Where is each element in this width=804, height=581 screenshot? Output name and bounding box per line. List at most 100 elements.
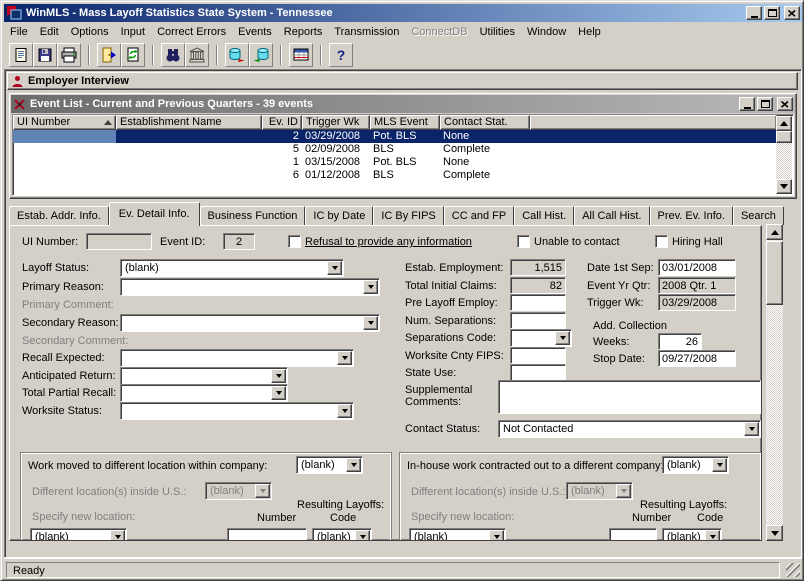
menu-events[interactable]: Events: [232, 23, 278, 41]
minimize-button[interactable]: [746, 6, 762, 20]
form-scrollbar[interactable]: [766, 224, 783, 541]
column-header-contact-stat[interactable]: Contact Stat.: [440, 115, 530, 130]
unable-to-contact-checkbox[interactable]: [517, 235, 530, 248]
event-row[interactable]: 1 03/15/2008 Pot. BLS None: [13, 156, 777, 169]
dropdown-arrow-icon[interactable]: [327, 261, 342, 275]
menu-file[interactable]: File: [4, 23, 34, 41]
num-separations-field[interactable]: [510, 312, 566, 329]
event-list-titlebar[interactable]: Event List - Current and Previous Quarte…: [11, 95, 795, 113]
menu-transmission[interactable]: Transmission: [328, 23, 405, 41]
tab-cc-and-fp[interactable]: CC and FP: [444, 206, 514, 225]
layoff-status-dropdown[interactable]: (blank): [120, 259, 344, 277]
secondary-reason-dropdown[interactable]: [120, 314, 380, 332]
resize-grip[interactable]: [786, 563, 800, 577]
inhouse-dropdown[interactable]: (blank): [662, 456, 729, 474]
scroll-up-button[interactable]: [776, 116, 792, 131]
menu-edit[interactable]: Edit: [34, 23, 65, 41]
scroll-up-button[interactable]: [766, 224, 783, 240]
tab-call-hist[interactable]: Call Hist.: [514, 206, 574, 225]
event-row[interactable]: 6 01/12/2008 BLS Complete: [13, 169, 777, 182]
event-list-minimize-button[interactable]: [739, 97, 755, 111]
menu-utilities[interactable]: Utilities: [474, 23, 521, 41]
dropdown-arrow-icon[interactable]: [489, 530, 504, 541]
tab-ic-by-fips[interactable]: IC By FIPS: [373, 206, 443, 225]
hiring-hall-checkbox[interactable]: [655, 235, 668, 248]
dropdown-arrow-icon[interactable]: [271, 386, 286, 400]
event-row-selected[interactable]: 2 03/29/2008 Pot. BLS None: [13, 130, 777, 143]
tab-business-function[interactable]: Business Function: [200, 206, 306, 225]
event-list-maximize-button[interactable]: [757, 97, 773, 111]
dropdown-arrow-icon[interactable]: [712, 458, 727, 472]
menu-options[interactable]: Options: [65, 23, 115, 41]
exit-button[interactable]: [97, 43, 121, 67]
dropdown-arrow-icon[interactable]: [110, 530, 125, 541]
dropdown-arrow-icon[interactable]: [705, 530, 720, 541]
menu-reports[interactable]: Reports: [278, 23, 329, 41]
scroll-down-button[interactable]: [766, 525, 783, 541]
separations-code-dropdown[interactable]: [510, 329, 572, 347]
grid-view-button[interactable]: [289, 43, 313, 67]
dropdown-arrow-icon[interactable]: [337, 404, 352, 418]
column-header-trigger-wk[interactable]: Trigger Wk: [302, 115, 370, 130]
refusal-checkbox[interactable]: [288, 235, 301, 248]
scroll-thumb[interactable]: [776, 131, 792, 143]
resulting-code-dropdown[interactable]: (blank): [662, 528, 722, 541]
event-list-close-button[interactable]: [777, 97, 793, 111]
date-1st-sep-field[interactable]: 03/01/2008: [658, 259, 736, 276]
tab-search[interactable]: Search: [733, 206, 784, 225]
column-header-mls-event[interactable]: MLS Event: [370, 115, 440, 130]
employer-lookup-button[interactable]: [185, 43, 209, 67]
tab-ic-by-date[interactable]: IC by Date: [305, 206, 373, 225]
db-import-button[interactable]: [249, 43, 273, 67]
print-button[interactable]: [57, 43, 81, 67]
menu-help[interactable]: Help: [572, 23, 607, 41]
new-location-dropdown[interactable]: (blank): [409, 528, 506, 541]
event-list-scrollbar[interactable]: [776, 116, 792, 194]
menu-input[interactable]: Input: [115, 23, 151, 41]
menu-correct-errors[interactable]: Correct Errors: [151, 23, 232, 41]
close-button[interactable]: [784, 6, 800, 20]
dropdown-arrow-icon[interactable]: [337, 351, 352, 365]
new-document-button[interactable]: [9, 43, 33, 67]
event-row[interactable]: 5 02/09/2008 BLS Complete: [13, 143, 777, 156]
column-header-ui-number[interactable]: UI Number: [13, 115, 116, 130]
stop-date-field[interactable]: 09/27/2008: [658, 350, 736, 367]
db-export-button[interactable]: [225, 43, 249, 67]
anticipated-return-dropdown[interactable]: [120, 367, 288, 385]
dropdown-arrow-icon[interactable]: [271, 369, 286, 383]
contact-status-dropdown[interactable]: Not Contacted: [498, 420, 761, 438]
total-partial-recall-dropdown[interactable]: [120, 384, 288, 402]
new-location-dropdown[interactable]: (blank): [30, 528, 127, 541]
worksite-cnty-fips-field[interactable]: [510, 347, 566, 364]
pre-layoff-employ-field[interactable]: [510, 294, 566, 311]
column-header-ev-id[interactable]: Ev. ID: [262, 115, 302, 130]
state-use-field[interactable]: [510, 364, 566, 381]
dropdown-arrow-icon[interactable]: [744, 422, 759, 436]
resulting-number-field[interactable]: [609, 528, 657, 541]
dropdown-arrow-icon[interactable]: [355, 530, 370, 541]
find-button[interactable]: [161, 43, 185, 67]
recall-expected-dropdown[interactable]: [120, 349, 354, 367]
scroll-thumb[interactable]: [766, 241, 783, 305]
refresh-button[interactable]: [121, 43, 145, 67]
dropdown-arrow-icon[interactable]: [555, 331, 570, 345]
maximize-button[interactable]: [764, 6, 780, 20]
dropdown-arrow-icon[interactable]: [363, 280, 378, 294]
tab-prev-ev-info[interactable]: Prev. Ev. Info.: [650, 206, 733, 225]
dropdown-arrow-icon[interactable]: [346, 458, 361, 472]
work-moved-dropdown[interactable]: (blank): [296, 456, 363, 474]
supplemental-comments-field[interactable]: [498, 380, 761, 414]
dropdown-arrow-icon[interactable]: [363, 316, 378, 330]
resulting-number-field[interactable]: [227, 528, 307, 541]
worksite-status-dropdown[interactable]: [120, 402, 354, 420]
menu-window[interactable]: Window: [521, 23, 572, 41]
column-header-establishment-name[interactable]: Establishment Name: [116, 115, 262, 130]
help-button[interactable]: ?: [329, 43, 353, 67]
tab-all-call-hist[interactable]: All Call Hist.: [574, 206, 649, 225]
tab-ev-detail-info[interactable]: Ev. Detail Info.: [109, 202, 200, 226]
save-button[interactable]: [33, 43, 57, 67]
primary-reason-dropdown[interactable]: [120, 278, 380, 296]
weeks-field[interactable]: 26: [658, 333, 702, 350]
scroll-down-button[interactable]: [776, 179, 792, 194]
tab-estab-addr-info[interactable]: Estab. Addr. Info.: [9, 206, 109, 225]
